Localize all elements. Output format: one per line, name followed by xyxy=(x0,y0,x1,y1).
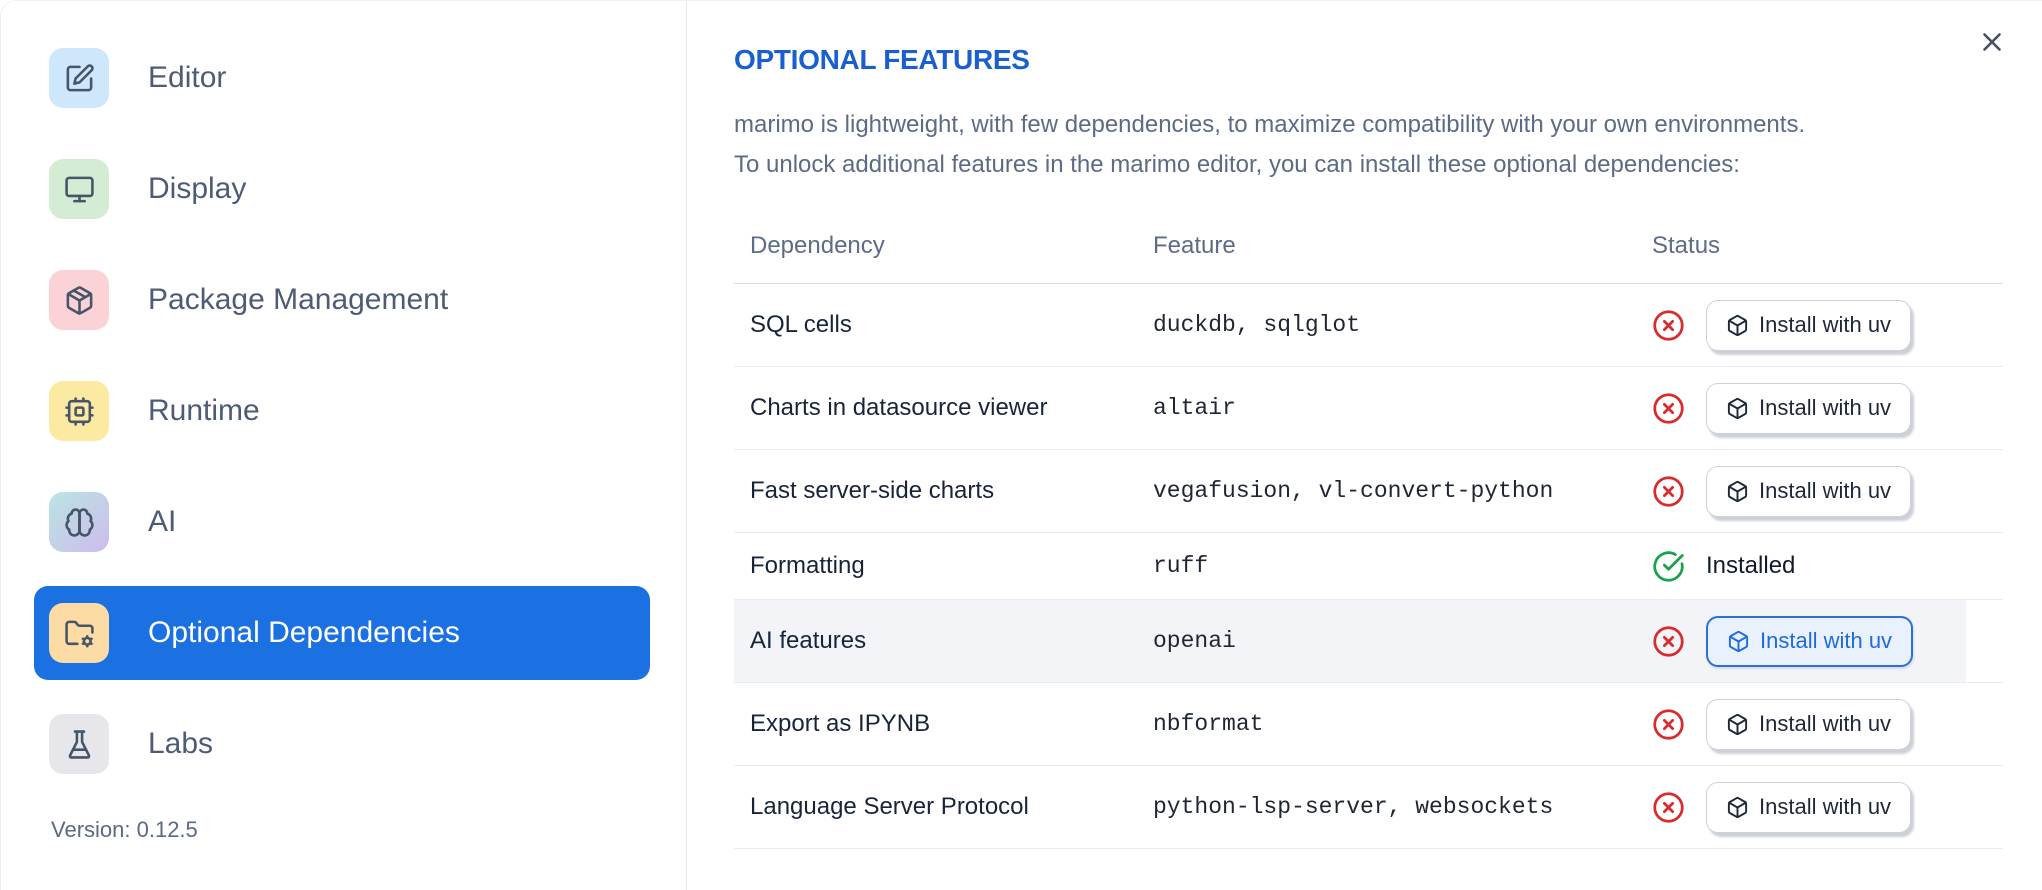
install-button-label: Install with uv xyxy=(1759,312,1892,337)
status-cell: Install with uv xyxy=(1652,781,2003,833)
table-body: SQL cells duckdb, sqlglot Install with uv C… xyxy=(734,284,2003,849)
status-cell: Install with uv xyxy=(1652,299,2003,351)
dependency-cell: Formatting xyxy=(750,552,865,579)
install-button-label: Install with uv xyxy=(1759,395,1892,420)
dependency-cell: Language Server Protocol xyxy=(750,793,1029,820)
feature-cell: ruff xyxy=(1153,553,1209,579)
install-with-uv-button[interactable]: Install with uv xyxy=(1706,615,1914,667)
circle-x-icon xyxy=(1652,625,1685,658)
dependency-cell: AI features xyxy=(750,627,867,654)
sidebar-item-editor[interactable]: Editor xyxy=(34,31,650,125)
sidebar-item-runtime[interactable]: Runtime xyxy=(34,364,650,458)
table-row-ai-features: AI features openai Install with uv xyxy=(734,600,2003,683)
square-pen-icon xyxy=(49,48,109,108)
optional-features-panel: OPTIONAL FEATURES marimo is lightweight,… xyxy=(687,1,2042,890)
sidebar-nav: Editor Display Package Management Runtime AI… xyxy=(34,31,650,791)
description-line-2: To unlock additional features in the mar… xyxy=(734,151,1740,178)
status-cell: Install with uv xyxy=(1652,615,2003,667)
status-cell: Install with uv xyxy=(1652,465,2003,517)
sidebar-item-label: Editor xyxy=(148,61,227,94)
brain-icon xyxy=(49,492,109,552)
install-button-label: Install with uv xyxy=(1760,628,1893,653)
dependency-cell: Charts in datasource viewer xyxy=(750,394,1048,421)
sidebar-item-labs[interactable]: Labs xyxy=(34,697,650,791)
feature-cell: openai xyxy=(1153,628,1236,654)
install-button-label: Install with uv xyxy=(1759,711,1892,736)
column-header-status: Status xyxy=(1652,232,1721,259)
box-icon xyxy=(1726,397,1749,420)
box-icon xyxy=(1726,713,1749,736)
feature-cell: python-lsp-server, websockets xyxy=(1153,794,1554,820)
circle-x-icon xyxy=(1652,309,1685,342)
sidebar-item-optional-dependencies[interactable]: Optional Dependencies xyxy=(34,586,650,680)
box-icon xyxy=(1726,480,1749,503)
status-cell: Install with uv xyxy=(1652,698,2003,750)
feature-cell: nbformat xyxy=(1153,711,1264,737)
monitor-icon xyxy=(49,159,109,219)
dependency-cell: SQL cells xyxy=(750,311,852,338)
close-button[interactable] xyxy=(1976,27,2008,59)
table-row-sql-cells: SQL cells duckdb, sqlglot Install with uv xyxy=(734,284,2003,367)
sidebar-item-display[interactable]: Display xyxy=(34,142,650,236)
folder-cog-icon xyxy=(49,603,109,663)
settings-sidebar: Editor Display Package Management Runtime AI… xyxy=(1,1,687,890)
circle-check-icon xyxy=(1652,550,1685,583)
install-with-uv-button[interactable]: Install with uv xyxy=(1706,781,1912,833)
circle-x-icon xyxy=(1652,708,1685,741)
feature-cell: altair xyxy=(1153,395,1236,421)
package-icon xyxy=(49,270,109,330)
table-row-formatting: Formatting ruff Installed xyxy=(734,533,2003,600)
sidebar-item-package-management[interactable]: Package Management xyxy=(34,253,650,347)
table-row-export-as-ipynb: Export as IPYNB nbformat Install with uv xyxy=(734,683,2003,766)
install-with-uv-button[interactable]: Install with uv xyxy=(1706,465,1912,517)
circle-x-icon xyxy=(1652,791,1685,824)
status-cell: Install with uv xyxy=(1652,382,2003,434)
column-header-dependency: Dependency xyxy=(750,232,885,259)
version-label: Version: 0.12.5 xyxy=(51,817,198,842)
table-header-row: Dependency Feature Status xyxy=(734,209,2003,284)
status-cell: Installed xyxy=(1652,550,2003,583)
sidebar-item-label: AI xyxy=(148,505,177,538)
table-row-charts-in-datasource-viewer: Charts in datasource viewer altair Install… xyxy=(734,367,2003,450)
install-button-label: Install with uv xyxy=(1759,794,1892,819)
sidebar-item-ai[interactable]: AI xyxy=(34,475,650,569)
box-icon xyxy=(1727,630,1750,653)
sidebar-item-label: Display xyxy=(148,172,247,205)
panel-description: marimo is lightweight, with few dependen… xyxy=(734,105,2003,185)
sidebar-item-label: Package Management xyxy=(148,283,449,316)
install-button-label: Install with uv xyxy=(1759,478,1892,503)
feature-cell: vegafusion, vl-convert-python xyxy=(1153,478,1554,504)
settings-dialog: Editor Display Package Management Runtime AI… xyxy=(0,0,2042,890)
sidebar-item-label: Runtime xyxy=(148,394,260,427)
description-line-1: marimo is lightweight, with few dependen… xyxy=(734,111,1806,138)
circle-x-icon xyxy=(1652,475,1685,508)
close-icon xyxy=(1977,33,2007,60)
table-row-language-server-protocol: Language Server Protocol python-lsp-serve… xyxy=(734,766,2003,849)
dependency-cell: Export as IPYNB xyxy=(750,710,931,737)
dependency-cell: Fast server-side charts xyxy=(750,477,995,504)
box-icon xyxy=(1726,796,1749,819)
flask-icon xyxy=(49,714,109,774)
circle-x-icon xyxy=(1652,392,1685,425)
column-header-feature: Feature xyxy=(1153,232,1236,259)
sidebar-item-label: Labs xyxy=(148,727,214,760)
box-icon xyxy=(1726,314,1749,337)
install-with-uv-button[interactable]: Install with uv xyxy=(1706,698,1912,750)
install-with-uv-button[interactable]: Install with uv xyxy=(1706,382,1912,434)
table-row-fast-server-side-charts: Fast server-side charts vegafusion, vl-co… xyxy=(734,450,2003,533)
sidebar-item-label: Optional Dependencies xyxy=(148,616,460,649)
panel-title: OPTIONAL FEATURES xyxy=(734,44,1030,75)
install-with-uv-button[interactable]: Install with uv xyxy=(1706,299,1912,351)
cpu-icon xyxy=(49,381,109,441)
installed-status-label: Installed xyxy=(1706,552,1796,579)
dependencies-table: Dependency Feature Status SQL cells duckd… xyxy=(734,209,2003,849)
feature-cell: duckdb, sqlglot xyxy=(1153,312,1361,338)
